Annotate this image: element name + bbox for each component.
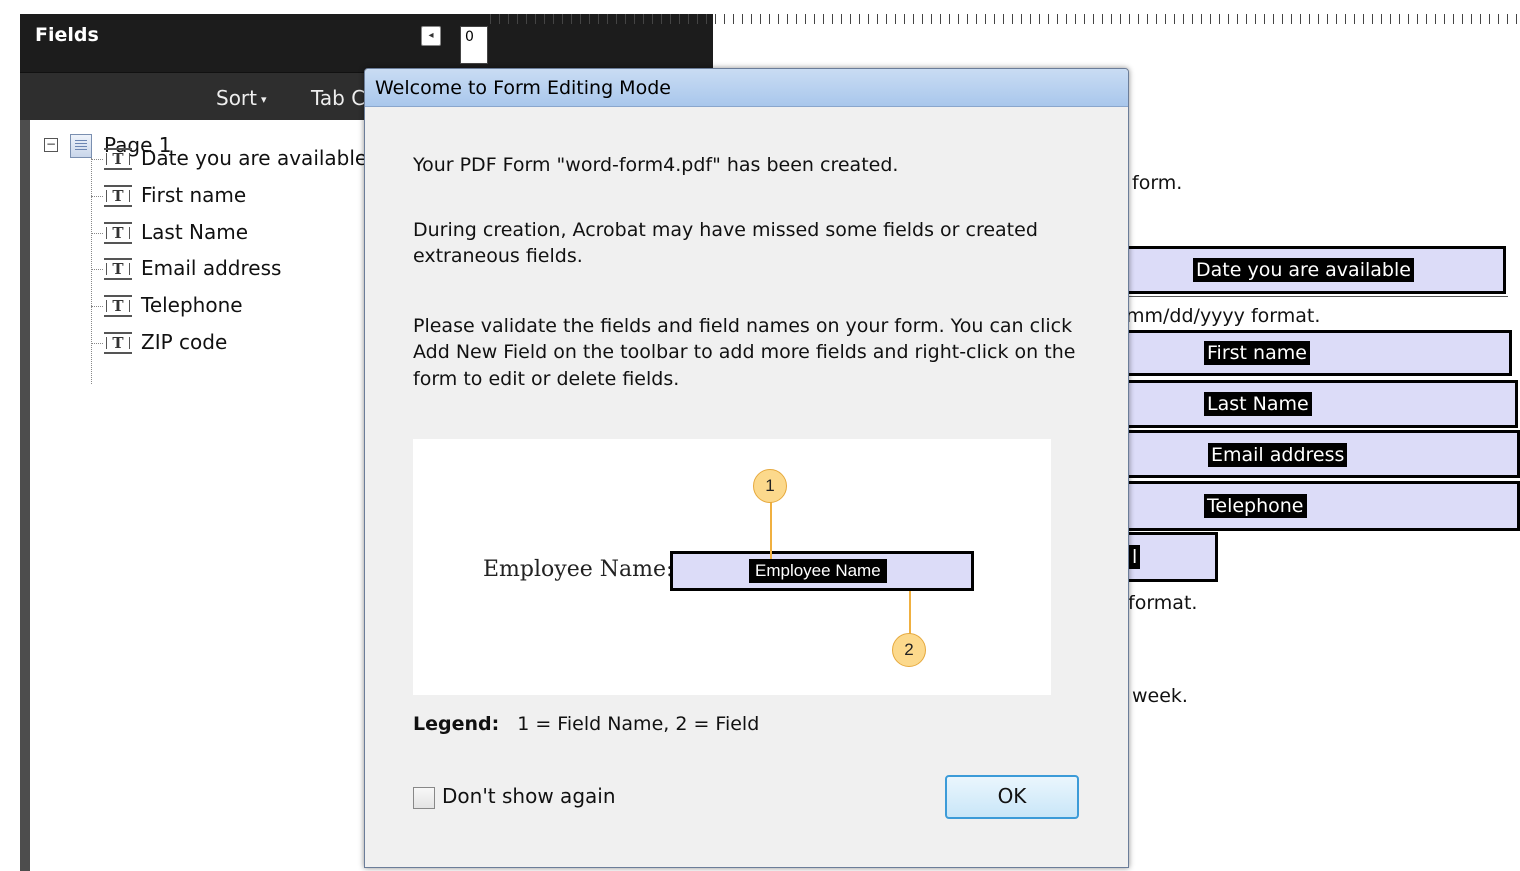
dont-show-again-checkbox[interactable]: [413, 787, 435, 809]
acrobat-window: Fields ◂ Sort ▾ Tab C − Page 1 T Date you…: [0, 0, 1520, 871]
form-field-telephone[interactable]: Telephone: [1126, 481, 1520, 531]
form-field-email[interactable]: Email address: [1126, 430, 1520, 478]
tab-order-button[interactable]: Tab C: [311, 86, 365, 110]
page-icon: [70, 134, 92, 158]
doc-text: form.: [1132, 172, 1183, 194]
chevron-down-icon: ▾: [261, 93, 267, 106]
doc-text: week.: [1132, 685, 1188, 707]
doc-text: mm/dd/yyyy format.: [1126, 305, 1321, 327]
callout-line: [909, 591, 911, 639]
ruler-value: 0: [460, 26, 488, 64]
form-field-date[interactable]: Date you are available: [1126, 246, 1506, 294]
callout-badge: 2: [892, 633, 926, 667]
dialog-titlebar[interactable]: Welcome to Form Editing Mode: [365, 69, 1128, 107]
tree-item-label: Last Name: [141, 220, 249, 244]
ruler: [490, 14, 1520, 24]
sort-label: Sort: [216, 86, 257, 110]
field-name-tag: Last Name: [1204, 392, 1312, 416]
tree-connector: [91, 343, 103, 344]
illustration-field-name: Employee Name: [749, 559, 887, 583]
field-illustration: Employee Name: Employee Name 1 2: [413, 439, 1051, 695]
text-field-icon: T: [104, 222, 132, 244]
text-field-icon: T: [104, 185, 132, 207]
dialog-message: Please validate the fields and field nam…: [413, 315, 1073, 337]
welcome-dialog: Welcome to Form Editing Mode Your PDF Fo…: [364, 68, 1129, 868]
tree-item-label: Date you are available: [141, 146, 368, 170]
dialog-message: extraneous fields.: [413, 245, 583, 267]
illustration-label: Employee Name:: [483, 557, 674, 582]
tree-connector: [91, 196, 103, 197]
ok-button[interactable]: OK: [945, 775, 1079, 819]
field-name-tag: l: [1129, 545, 1141, 569]
field-name-tag: Email address: [1208, 443, 1348, 467]
tree-connector: [91, 269, 103, 270]
text-field-icon: T: [104, 332, 132, 354]
legend-label: Legend:: [413, 713, 500, 735]
doc-text: format.: [1128, 592, 1198, 614]
fields-panel-title: Fields: [35, 24, 99, 46]
dont-show-again-label[interactable]: Don't show again: [442, 784, 616, 808]
legend: Legend: 1 = Field Name, 2 = Field: [413, 713, 759, 735]
callout-line: [770, 501, 772, 559]
form-field-zip[interactable]: l: [1126, 532, 1218, 582]
field-name-tag: Telephone: [1204, 494, 1307, 518]
callout-badge: 1: [753, 469, 787, 503]
tree-item-label: First name: [141, 183, 247, 207]
text-field-icon: T: [104, 258, 132, 280]
fields-header: Fields ◂: [20, 14, 465, 72]
tree-item-label: ZIP code: [141, 330, 228, 354]
dialog-message: During creation, Acrobat may have missed…: [413, 219, 1038, 241]
dialog-message: Add New Field on the toolbar to add more…: [413, 341, 1076, 363]
form-field-last-name[interactable]: Last Name: [1126, 380, 1518, 428]
dialog-message: form to edit or delete fields.: [413, 368, 680, 390]
dialog-message: Your PDF Form "word-form4.pdf" has been …: [413, 154, 899, 176]
form-field-first-name[interactable]: First name: [1126, 330, 1512, 376]
illustration-field: Employee Name: [670, 551, 974, 591]
tree-connector: [91, 306, 103, 307]
tree-connector: [91, 233, 103, 234]
field-name-tag: First name: [1204, 341, 1310, 365]
text-field-icon: T: [104, 148, 132, 170]
tree-item-label: Telephone: [141, 293, 243, 317]
tree-item-label: Email address: [141, 256, 282, 280]
field-name-tag: Date you are available: [1193, 258, 1414, 282]
tree-connector: [91, 159, 103, 160]
collapse-panel-icon[interactable]: ◂: [421, 26, 441, 46]
text-field-icon: T: [104, 295, 132, 317]
dialog-title: Welcome to Form Editing Mode: [375, 77, 671, 99]
sort-button[interactable]: Sort ▾: [216, 86, 267, 110]
legend-text: 1 = Field Name, 2 = Field: [517, 713, 760, 735]
divider: [1128, 296, 1508, 297]
collapse-tree-icon[interactable]: −: [44, 138, 58, 152]
